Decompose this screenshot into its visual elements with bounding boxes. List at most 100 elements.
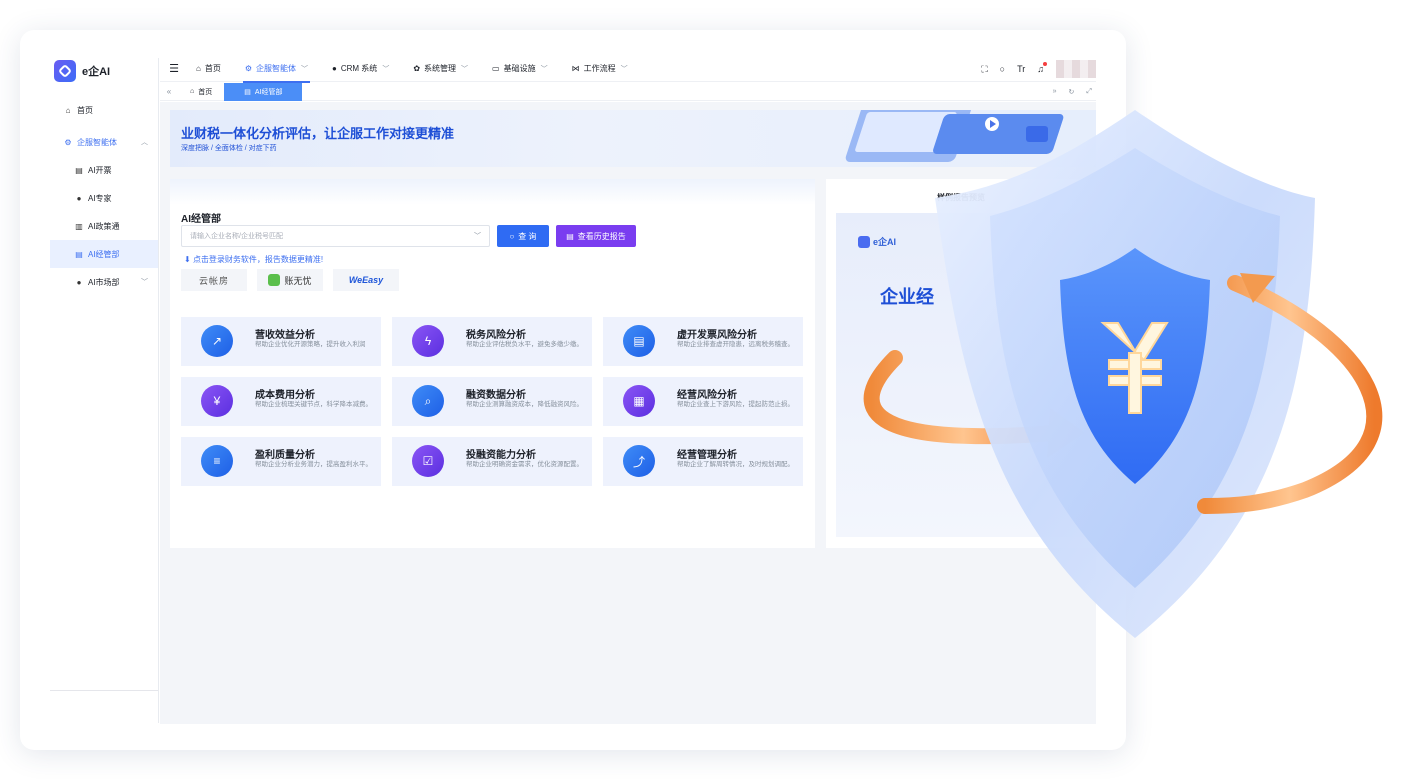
tile-tax-risk[interactable]: ϟ 税务风险分析 帮助企业评估税负水平，避免多缴少缴。 <box>392 317 592 366</box>
sidebar-item-label: 企服智能体 <box>77 137 117 147</box>
tile-financing[interactable]: ⌕ 融资数据分析 帮助企业测算融资成本，降低融资风险。 <box>392 377 592 426</box>
sidebar-item-label: AI开票 <box>88 165 112 175</box>
tile-operation-risk[interactable]: ▦ 经营风险分析 帮助企业查上下游风险，提起防范止损。 <box>603 377 803 426</box>
tile-desc: 帮助企业优化开源策略，提升收入利润 <box>255 341 366 348</box>
tile-profit-quality[interactable]: ≡ 盈利质量分析 帮助企业分析业务潜力，提高盈利水平。 <box>181 437 381 486</box>
company-search-input[interactable]: 请输入企业名称/企业税号匹配 ﹀ <box>181 225 490 247</box>
sidebar-item-label: 首页 <box>77 105 93 115</box>
hero-banner: 业财税一体化分析评估，让企服工作对接更精准 深度把脉 / 全面体检 / 对症下药 <box>170 110 1096 167</box>
tile-investment[interactable]: ☑ 投融资能力分析 帮助企业明确资金需求，优化资源配置。 <box>392 437 592 486</box>
analysis-card: AI经管部 请输入企业名称/企业税号匹配 ﹀ ○ 查 询 ▤ 查看历史报告 ⬇ … <box>170 179 815 548</box>
chevron-down-icon: ﹀ <box>461 65 469 73</box>
tab-infrastructure[interactable]: ▭ 基础设施 ﹀ <box>480 56 560 82</box>
vendor-list: 云帐房 账无忧 WeEasy <box>181 269 399 291</box>
tile-revenue[interactable]: ↗ 营收效益分析 帮助企业优化开源策略，提升收入利润 <box>181 317 381 366</box>
tile-invoice-risk[interactable]: ▤ 虚开发票风险分析 帮助企业排查虚开隐患，远离税务稽查。 <box>603 317 803 366</box>
toolbar-right: ⛶ ○ Tr ♫ <box>981 56 1096 82</box>
user-icon: ● <box>76 193 82 203</box>
magnifier-chart-icon: ⌕ <box>412 385 444 417</box>
chevron-down-icon: ﹀ <box>301 65 309 73</box>
sidebar-item-label: AI经管部 <box>88 249 120 259</box>
report-icon: ▤ <box>566 231 574 241</box>
sidebar-item-ai-policy[interactable]: ▥ AI政策通 <box>50 212 158 240</box>
tab-system[interactable]: ✿ 系统管理 ﹀ <box>401 56 480 82</box>
sidebar-scrollbar[interactable] <box>50 690 158 691</box>
app-window: e企AI ⌂ 首页 ⚙ 企服智能体 ︿ ▤ AI开票 ● AI专家 ▥ AI政策… <box>20 30 1126 750</box>
report-preview[interactable]: e企AI 企业经 <box>836 213 1096 537</box>
invoice-icon: ▤ <box>75 165 83 175</box>
avatar[interactable] <box>1056 60 1096 78</box>
cost-search-icon: ¥ <box>201 385 233 417</box>
vendor-zhangwuyou[interactable]: 账无忧 <box>257 269 323 291</box>
double-chevron-left-icon[interactable]: « <box>160 87 178 96</box>
workflow-icon: ⋈ <box>571 64 580 73</box>
sidebar-item-ai-expert[interactable]: ● AI专家 <box>50 184 158 212</box>
vendor-yunzhangfang[interactable]: 云帐房 <box>181 269 247 291</box>
arrow-down-icon: ⬇ <box>184 255 191 264</box>
tile-management[interactable]: ⤴ 经营管理分析 帮助企业了解周转情况，及时规划调配。 <box>603 437 803 486</box>
sidebar-item-ai-management[interactable]: ▤ AI经管部 <box>50 240 158 268</box>
double-chevron-right-icon[interactable]: » <box>1053 88 1057 96</box>
history-report-button[interactable]: ▤ 查看历史报告 <box>556 225 636 247</box>
sample-report-card: 样例报告预览 e企AI 企业经 <box>826 179 1096 548</box>
chevron-down-icon: ﹀ <box>620 65 628 73</box>
sidebar: e企AI ⌂ 首页 ⚙ 企服智能体 ︿ ▤ AI开票 ● AI专家 ▥ AI政策… <box>50 58 159 723</box>
tab-label: 企服智能体 <box>256 64 297 73</box>
tab-label: 基础设施 <box>503 64 536 73</box>
menu-icon[interactable]: ☰ <box>164 62 184 75</box>
tile-title: 税务风险分析 <box>466 330 526 341</box>
apple-icon: ● <box>76 277 82 287</box>
page-tab-ai-management[interactable]: ▤ AI经管部 <box>224 82 303 101</box>
refresh-icon[interactable]: ↻ <box>1069 88 1075 96</box>
sidebar-item-ai-marketing[interactable]: ● AI市场部 ﹀ <box>50 268 158 296</box>
banner-illustration <box>845 110 1064 162</box>
notification-dot <box>1043 62 1047 66</box>
search-icon[interactable]: ○ <box>1000 64 1005 74</box>
expand-icon[interactable]: ⤢ <box>1086 88 1092 96</box>
home-icon: ⌂ <box>190 88 195 95</box>
vendor-label: WeEasy <box>348 275 384 285</box>
trend-chart-icon: ⤴ <box>623 445 655 477</box>
query-button[interactable]: ○ 查 询 <box>497 225 549 247</box>
document-icon: ▤ <box>75 249 83 259</box>
page-tab-home[interactable]: ⌂ 首页 <box>178 83 224 101</box>
chevron-up-icon: ︿ <box>141 139 148 146</box>
logo-icon <box>54 60 76 82</box>
history-button-label: 查看历史报告 <box>577 231 626 241</box>
analysis-grid: ↗ 营收效益分析 帮助企业优化开源策略，提升收入利润 ϟ 税务风险分析 帮助企业… <box>181 317 805 486</box>
preview-logo: e企AI <box>858 235 896 248</box>
tab-agents[interactable]: ⚙ 企服智能体 ﹀ <box>233 56 320 83</box>
query-button-label: 查 询 <box>518 231 537 241</box>
fullscreen-icon[interactable]: ⛶ <box>981 64 987 75</box>
vendor-weeasy[interactable]: WeEasy <box>333 269 399 291</box>
tab-crm[interactable]: ● CRM 系统 ﹀ <box>320 56 401 82</box>
tab-label: 首页 <box>204 64 221 73</box>
tile-desc: 帮助企业明确资金需求，优化资源配置。 <box>466 461 583 468</box>
top-navigation: ☰ ⌂ 首页 ⚙ 企服智能体 ﹀ ● CRM 系统 ﹀ ✿ 系统管理 ﹀ ▭ 基… <box>160 56 1096 83</box>
search-placeholder: 请输入企业名称/企业税号匹配 <box>190 233 283 240</box>
database-icon: ≡ <box>201 445 233 477</box>
tab-label: 系统管理 <box>424 64 457 73</box>
main-content: 业财税一体化分析评估，让企服工作对接更精准 深度把脉 / 全面体检 / 对症下药… <box>160 102 1096 724</box>
tab-home[interactable]: ⌂ 首页 <box>184 56 233 82</box>
sidebar-item-home[interactable]: ⌂ 首页 <box>50 96 158 124</box>
tile-cost[interactable]: ¥ 成本费用分析 帮助企业梳理关键节点，科学降本减费。 <box>181 377 381 426</box>
lightning-icon: ϟ <box>412 325 444 357</box>
app-logo[interactable]: e企AI <box>50 58 158 84</box>
app-name: e企AI <box>82 66 111 78</box>
tile-desc: 帮助企业了解周转情况，及时规划调配。 <box>677 461 794 468</box>
logo-icon <box>858 235 870 248</box>
tab-workflow[interactable]: ⋈ 工作流程 ﹀ <box>560 56 640 82</box>
chevron-down-icon: ﹀ <box>474 233 481 240</box>
tile-desc: 帮助企业梳理关键节点，科学降本减费。 <box>255 401 372 408</box>
font-size-icon[interactable]: Tr <box>1017 64 1025 74</box>
search-icon: ○ <box>509 231 515 241</box>
sidebar-group-agents[interactable]: ⚙ 企服智能体 ︿ <box>50 128 158 156</box>
bell-icon[interactable]: ♫ <box>1037 62 1047 74</box>
tile-title: 投融资能力分析 <box>466 450 536 461</box>
sample-report-title: 样例报告预览 <box>937 193 985 202</box>
vendor-label: 账无忧 <box>284 275 312 286</box>
sidebar-item-ai-invoice[interactable]: ▤ AI开票 <box>50 156 158 184</box>
login-tip-link[interactable]: ⬇ 点击登录财务软件，报告数据更精准! <box>184 254 323 265</box>
card-decoration <box>170 179 815 205</box>
